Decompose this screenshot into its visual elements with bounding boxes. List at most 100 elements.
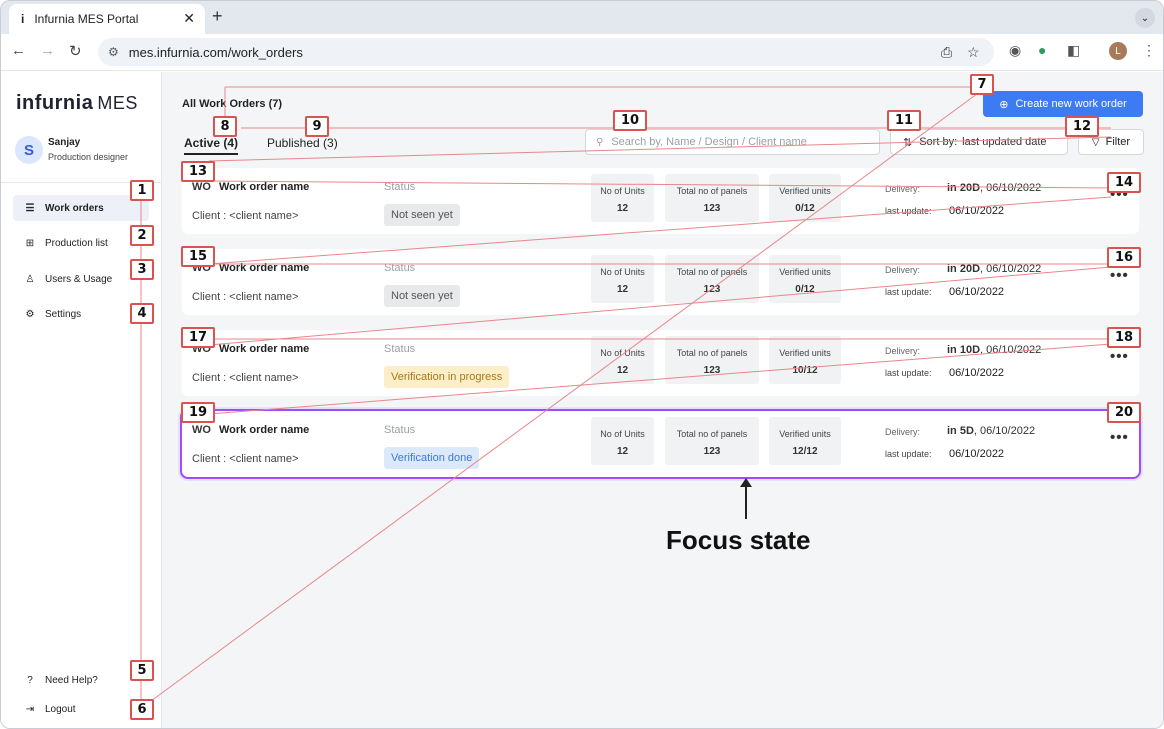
browser-tab[interactable]: i Infurnia MES Portal ✕ <box>9 4 205 34</box>
kebab-menu-icon[interactable]: ⋮ <box>1142 42 1156 59</box>
verified-value: 0/12 <box>795 284 815 295</box>
focus-arrow <box>745 481 747 519</box>
user-name: Sanjay <box>48 137 81 148</box>
units-label: No of Units <box>600 186 645 196</box>
sidebar-item-production-list[interactable]: ⊞ Production list <box>13 230 149 256</box>
verified-label: Verified units <box>779 267 831 277</box>
client-name: Client : <client name> <box>192 453 299 465</box>
url-text: mes.infurnia.com/work_orders <box>128 44 303 60</box>
camera-icon[interactable]: ◉ <box>1009 42 1021 59</box>
last-update-value: 06/10/2022 <box>949 448 1005 460</box>
status-label: Status <box>384 181 416 193</box>
bookmark-star-icon[interactable]: ☆ <box>967 44 980 61</box>
panels-value: 123 <box>703 365 721 376</box>
units-metric: No of Units 12 <box>591 255 654 303</box>
help-icon: ? <box>27 674 33 686</box>
units-value: 12 <box>616 203 629 214</box>
verified-value: 10/12 <box>792 365 818 376</box>
units-label: No of Units <box>600 429 645 439</box>
logout-button[interactable]: ⇥ Logout <box>13 696 149 722</box>
last-update-label: last update: <box>885 287 932 297</box>
work-order-card[interactable]: WO Work order name Client : <client name> S… <box>182 168 1139 234</box>
back-icon[interactable]: ← <box>11 42 26 59</box>
work-order-name: Work order name <box>219 181 310 193</box>
new-tab-icon[interactable]: + <box>212 6 223 27</box>
client-name: Client : <client name> <box>192 291 299 303</box>
verified-value: 12/12 <box>792 446 818 457</box>
main-content: All Work Orders (7) ⊕ Create new work or… <box>162 72 1163 728</box>
sort-dropdown[interactable]: ⇅ Sort by: last updated date <box>890 129 1068 155</box>
chevron-down-icon[interactable]: ⌄ <box>1135 8 1155 28</box>
units-value: 12 <box>616 446 629 457</box>
verified-metric: Verified units 0/12 <box>769 174 841 222</box>
site-info-icon[interactable]: ⚙ <box>108 45 119 59</box>
filter-button[interactable]: ▽ Filter <box>1078 129 1144 155</box>
browser-toolbar: ← → ↻ ⚙ mes.infurnia.com/work_orders ⎙ ☆… <box>1 34 1163 71</box>
delivery-label: Delivery: <box>885 184 921 194</box>
status-badge: Verification done <box>384 447 480 469</box>
work-order-card[interactable]: WO Work order name Client : <client name> S… <box>182 249 1139 315</box>
status-label: Status <box>384 262 416 274</box>
work-order-name: Work order name <box>219 262 310 274</box>
status-badge: Verification in progress <box>384 366 510 388</box>
work-order-card[interactable]: WO Work order name Client : <client name> S… <box>182 330 1139 396</box>
units-value: 12 <box>616 365 629 376</box>
extensions-icon[interactable]: ◧ <box>1067 42 1080 59</box>
need-help-label: Need Help? <box>45 674 98 686</box>
units-label: No of Units <box>600 267 645 277</box>
forward-icon[interactable]: → <box>40 42 55 59</box>
verified-label: Verified units <box>779 429 831 439</box>
create-work-order-button[interactable]: ⊕ Create new work order <box>983 91 1143 117</box>
work-order-id: WO <box>192 343 211 355</box>
focus-state-label: Focus state <box>666 525 811 555</box>
avatar[interactable]: S <box>15 136 43 164</box>
sidebar-item-label: Users & Usage <box>45 273 113 285</box>
list-icon: ☰ <box>25 202 35 214</box>
install-app-icon[interactable]: ⎙ <box>941 44 952 61</box>
search-input[interactable]: ⚲ Search by, Name / Design / Client name <box>585 129 880 155</box>
need-help-button[interactable]: ? Need Help? <box>13 667 149 693</box>
close-tab-icon[interactable]: ✕ <box>183 10 195 27</box>
sidebar-item-settings[interactable]: ⚙ Settings <box>13 301 149 327</box>
sidebar-item-users-usage[interactable]: ♙ Users & Usage <box>13 266 149 292</box>
grid-icon: ⊞ <box>25 237 35 249</box>
user-icon: ♙ <box>25 273 35 285</box>
profile-avatar[interactable]: L <box>1109 42 1127 60</box>
search-icon: ⚲ <box>596 136 604 148</box>
units-value: 12 <box>616 284 629 295</box>
sidebar: infurnia MES S Sanjay Production designer… <box>1 72 162 728</box>
grammarly-icon[interactable]: ● <box>1038 42 1046 58</box>
divider <box>1 182 161 183</box>
sidebar-item-work-orders[interactable]: ☰ Work orders <box>13 195 149 221</box>
units-label: No of Units <box>600 348 645 358</box>
tab-active[interactable]: Active (4) <box>184 136 239 155</box>
more-options-icon[interactable]: ••• <box>1110 186 1129 203</box>
last-update-label: last update: <box>885 368 932 378</box>
tab-title: Infurnia MES Portal <box>34 12 139 26</box>
delivery-label: Delivery: <box>885 346 921 356</box>
work-order-id: WO <box>192 181 211 193</box>
work-order-card[interactable]: WO Work order name Client : <client name> S… <box>180 409 1141 479</box>
panels-label: Total no of panels <box>676 429 748 439</box>
more-options-icon[interactable]: ••• <box>1110 267 1129 284</box>
delivery-value: in 5D, 06/10/2022 <box>947 425 1036 437</box>
panels-metric: Total no of panels 123 <box>665 417 759 465</box>
create-label: Create new work order <box>1015 98 1127 110</box>
more-options-icon[interactable]: ••• <box>1110 348 1129 365</box>
tab-strip: i Infurnia MES Portal ✕ + ⌄ <box>1 1 1163 34</box>
sidebar-item-label: Settings <box>45 308 82 320</box>
panels-value: 123 <box>703 284 721 295</box>
tab-published[interactable]: Published (3) <box>267 136 338 150</box>
units-metric: No of Units 12 <box>591 336 654 384</box>
panels-value: 123 <box>703 446 721 457</box>
status-label: Status <box>384 343 416 355</box>
delivery-label: Delivery: <box>885 265 921 275</box>
sort-value: last updated date <box>962 136 1047 148</box>
more-options-icon[interactable]: ••• <box>1110 429 1129 446</box>
filter-label: Filter <box>1105 136 1131 148</box>
reload-icon[interactable]: ↻ <box>69 42 82 60</box>
address-bar[interactable]: ⚙ mes.infurnia.com/work_orders ⎙ ☆ <box>98 38 994 66</box>
client-name: Client : <client name> <box>192 210 299 222</box>
verified-value: 0/12 <box>795 203 815 214</box>
sort-icon: ⇅ <box>903 136 913 149</box>
